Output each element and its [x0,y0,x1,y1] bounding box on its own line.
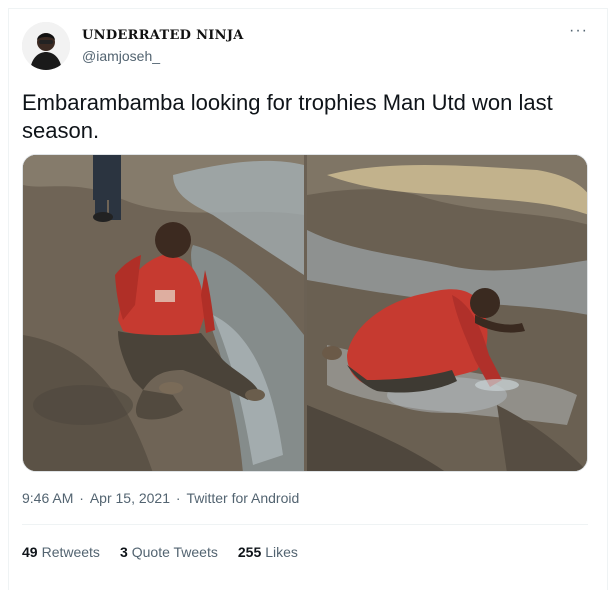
tweet-header: UNDERRATED NINJA @iamjoseh_ ··· [22,22,592,74]
more-options-icon[interactable]: ··· [569,22,588,40]
author-name[interactable]: UNDERRATED NINJA [82,28,244,43]
tweet-source[interactable]: Twitter for Android [186,490,299,506]
retweets-label: Retweets [41,544,100,560]
tweet-text: Embarambamba looking for trophies Man Ut… [22,90,553,143]
retweets-count: 49 [22,544,38,560]
photo-right[interactable] [307,155,587,471]
avatar[interactable] [22,22,70,70]
tweet-date[interactable]: Apr 15, 2021 [90,490,170,506]
meta-separator: · [75,490,88,506]
likes-count: 255 [237,544,262,560]
tweet-meta: 9:46 AM · Apr 15, 2021 · Twitter for And… [22,490,301,506]
author-handle[interactable]: @iamjoseh_ [82,48,160,64]
quote-tweets-label: Quote Tweets [131,544,218,560]
retweets-stat[interactable]: 49 Retweets [22,544,100,560]
quote-tweets-stat[interactable]: 3 Quote Tweets [120,544,218,560]
divider [22,524,588,525]
photo-left[interactable] [23,155,304,471]
likes-label: Likes [265,544,298,560]
meta-separator: · [172,490,185,506]
tweet-stats: 49 Retweets 3 Quote Tweets 255 Likes [22,544,298,560]
quote-tweets-count: 3 [119,544,128,560]
tweet-time[interactable]: 9:46 AM [22,490,73,506]
tweet-media[interactable] [22,154,588,472]
likes-stat[interactable]: 255 Likes [238,544,298,560]
